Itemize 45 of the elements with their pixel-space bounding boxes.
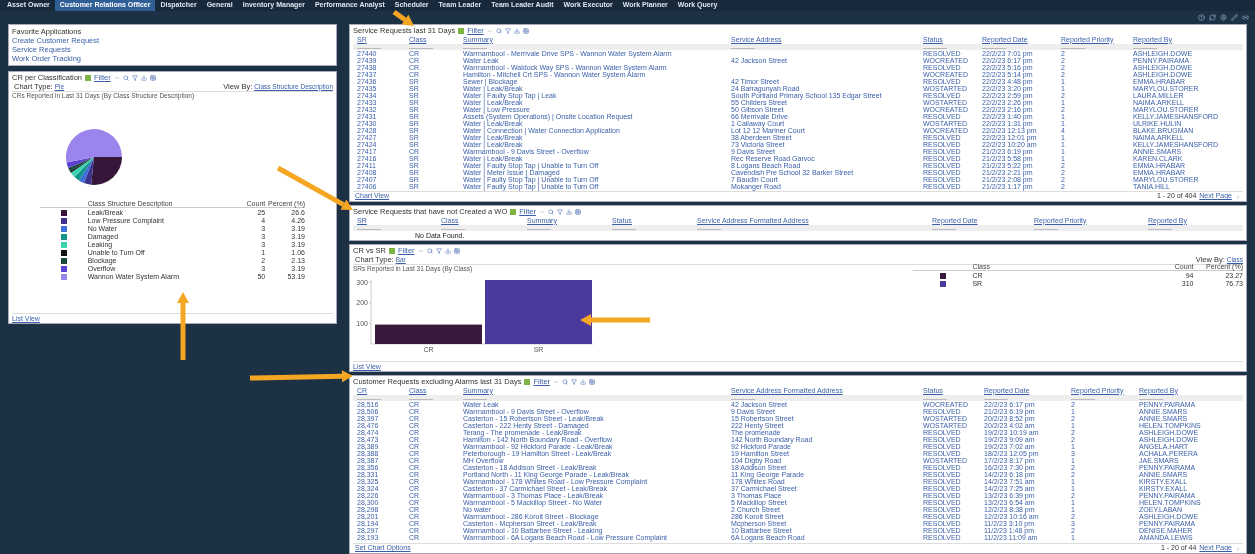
filter-icon[interactable] — [524, 378, 531, 385]
funnel-icon[interactable] — [435, 247, 442, 254]
pencil-icon[interactable] — [1231, 14, 1238, 21]
filter-icon[interactable] — [85, 74, 92, 81]
download-icon[interactable] — [565, 208, 572, 215]
collapse-icon[interactable] — [538, 208, 545, 215]
search-icon[interactable] — [562, 378, 569, 385]
table-icon[interactable] — [149, 74, 156, 81]
table-icon[interactable] — [522, 27, 529, 34]
download-icon[interactable] — [444, 247, 451, 254]
table-icon[interactable] — [453, 247, 460, 254]
annotation-arrow — [580, 314, 650, 326]
table-icon[interactable] — [589, 378, 596, 385]
search-icon[interactable] — [426, 247, 433, 254]
funnel-icon[interactable] — [131, 74, 138, 81]
search-icon[interactable] — [495, 27, 502, 34]
pie-slice — [66, 157, 94, 168]
search-icon[interactable] — [122, 74, 129, 81]
collapse-icon[interactable] — [486, 27, 493, 34]
chevron-right-icon[interactable] — [1235, 193, 1241, 200]
link-icon[interactable] — [1242, 14, 1249, 21]
filter-icon[interactable] — [458, 27, 465, 34]
collapse-icon[interactable] — [553, 378, 560, 385]
pie-slice — [66, 129, 122, 163]
help-icon[interactable] — [1198, 14, 1205, 21]
download-icon[interactable] — [513, 27, 520, 34]
pie-slice — [91, 157, 122, 185]
funnel-icon[interactable] — [556, 208, 563, 215]
annotation-arrow — [392, 9, 414, 26]
table-icon[interactable] — [574, 208, 581, 215]
refresh-icon[interactable] — [1209, 14, 1216, 21]
pie-slice — [83, 157, 94, 185]
collapse-icon[interactable] — [113, 74, 120, 81]
download-icon[interactable] — [580, 378, 587, 385]
download-icon[interactable] — [140, 74, 147, 81]
filter-icon[interactable] — [388, 247, 395, 254]
filter-icon[interactable] — [510, 208, 517, 215]
pie-chart — [66, 129, 122, 185]
collapse-icon[interactable] — [417, 247, 424, 254]
settings-icon[interactable] — [1220, 14, 1227, 21]
chevron-right-icon[interactable] — [1235, 545, 1241, 552]
funnel-icon[interactable] — [571, 378, 578, 385]
annotation-arrow — [177, 292, 189, 360]
funnel-icon[interactable] — [504, 27, 511, 34]
search-icon[interactable] — [547, 208, 554, 215]
